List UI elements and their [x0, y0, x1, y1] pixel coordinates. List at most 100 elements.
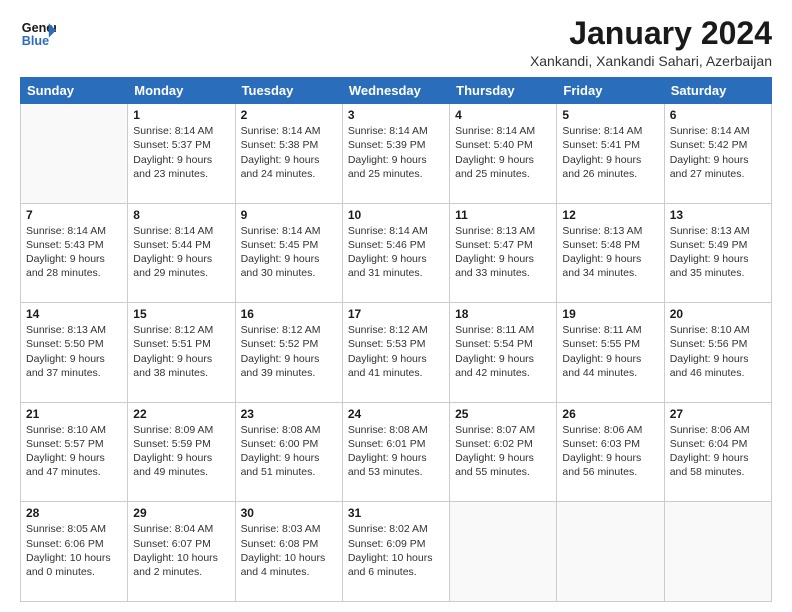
sunset-text: Sunset: 5:59 PM — [133, 437, 229, 451]
sunrise-text: Sunrise: 8:08 AM — [241, 423, 337, 437]
col-saturday: Saturday — [664, 78, 771, 104]
daylight-text: Daylight: 9 hours and 41 minutes. — [348, 352, 444, 380]
daylight-text: Daylight: 9 hours and 26 minutes. — [562, 153, 658, 181]
sunset-text: Sunset: 5:46 PM — [348, 238, 444, 252]
col-sunday: Sunday — [21, 78, 128, 104]
calendar-header-row: Sunday Monday Tuesday Wednesday Thursday… — [21, 78, 772, 104]
col-monday: Monday — [128, 78, 235, 104]
sunset-text: Sunset: 5:48 PM — [562, 238, 658, 252]
sunset-text: Sunset: 6:03 PM — [562, 437, 658, 451]
sunset-text: Sunset: 5:53 PM — [348, 337, 444, 351]
daylight-text: Daylight: 9 hours and 53 minutes. — [348, 451, 444, 479]
table-row: 5 Sunrise: 8:14 AM Sunset: 5:41 PM Dayli… — [557, 104, 664, 204]
sunset-text: Sunset: 5:49 PM — [670, 238, 766, 252]
logo-icon: General Blue — [20, 16, 56, 52]
logo: General Blue — [20, 16, 56, 52]
sunrise-text: Sunrise: 8:11 AM — [455, 323, 551, 337]
sunrise-text: Sunrise: 8:07 AM — [455, 423, 551, 437]
main-title: January 2024 — [530, 16, 772, 51]
day-number: 12 — [562, 208, 658, 222]
sunrise-text: Sunrise: 8:02 AM — [348, 522, 444, 536]
table-row: 12 Sunrise: 8:13 AM Sunset: 5:48 PM Dayl… — [557, 203, 664, 303]
daylight-text: Daylight: 9 hours and 23 minutes. — [133, 153, 229, 181]
sunrise-text: Sunrise: 8:13 AM — [26, 323, 122, 337]
sunrise-text: Sunrise: 8:04 AM — [133, 522, 229, 536]
sunrise-text: Sunrise: 8:13 AM — [455, 224, 551, 238]
daylight-text: Daylight: 9 hours and 33 minutes. — [455, 252, 551, 280]
daylight-text: Daylight: 9 hours and 47 minutes. — [26, 451, 122, 479]
table-row: 31 Sunrise: 8:02 AM Sunset: 6:09 PM Dayl… — [342, 502, 449, 602]
table-row: 11 Sunrise: 8:13 AM Sunset: 5:47 PM Dayl… — [450, 203, 557, 303]
sunset-text: Sunset: 6:06 PM — [26, 537, 122, 551]
table-row: 7 Sunrise: 8:14 AM Sunset: 5:43 PM Dayli… — [21, 203, 128, 303]
calendar-table: Sunday Monday Tuesday Wednesday Thursday… — [20, 77, 772, 602]
sunset-text: Sunset: 6:09 PM — [348, 537, 444, 551]
daylight-text: Daylight: 9 hours and 39 minutes. — [241, 352, 337, 380]
sunrise-text: Sunrise: 8:06 AM — [562, 423, 658, 437]
day-number: 21 — [26, 407, 122, 421]
daylight-text: Daylight: 9 hours and 25 minutes. — [348, 153, 444, 181]
sunset-text: Sunset: 5:37 PM — [133, 138, 229, 152]
day-number: 4 — [455, 108, 551, 122]
sunrise-text: Sunrise: 8:14 AM — [241, 124, 337, 138]
table-row: 14 Sunrise: 8:13 AM Sunset: 5:50 PM Dayl… — [21, 303, 128, 403]
daylight-text: Daylight: 9 hours and 55 minutes. — [455, 451, 551, 479]
day-number: 2 — [241, 108, 337, 122]
calendar-week-row: 14 Sunrise: 8:13 AM Sunset: 5:50 PM Dayl… — [21, 303, 772, 403]
daylight-text: Daylight: 9 hours and 42 minutes. — [455, 352, 551, 380]
sunrise-text: Sunrise: 8:10 AM — [26, 423, 122, 437]
day-number: 30 — [241, 506, 337, 520]
table-row: 13 Sunrise: 8:13 AM Sunset: 5:49 PM Dayl… — [664, 203, 771, 303]
calendar-week-row: 21 Sunrise: 8:10 AM Sunset: 5:57 PM Dayl… — [21, 402, 772, 502]
day-number: 24 — [348, 407, 444, 421]
table-row — [450, 502, 557, 602]
daylight-text: Daylight: 9 hours and 58 minutes. — [670, 451, 766, 479]
sunset-text: Sunset: 5:45 PM — [241, 238, 337, 252]
sunset-text: Sunset: 5:47 PM — [455, 238, 551, 252]
day-number: 19 — [562, 307, 658, 321]
col-tuesday: Tuesday — [235, 78, 342, 104]
daylight-text: Daylight: 10 hours and 2 minutes. — [133, 551, 229, 579]
sunset-text: Sunset: 5:52 PM — [241, 337, 337, 351]
sunrise-text: Sunrise: 8:12 AM — [348, 323, 444, 337]
sunrise-text: Sunrise: 8:06 AM — [670, 423, 766, 437]
daylight-text: Daylight: 9 hours and 35 minutes. — [670, 252, 766, 280]
sunset-text: Sunset: 5:54 PM — [455, 337, 551, 351]
table-row: 6 Sunrise: 8:14 AM Sunset: 5:42 PM Dayli… — [664, 104, 771, 204]
table-row: 30 Sunrise: 8:03 AM Sunset: 6:08 PM Dayl… — [235, 502, 342, 602]
sunset-text: Sunset: 5:51 PM — [133, 337, 229, 351]
day-number: 10 — [348, 208, 444, 222]
day-number: 28 — [26, 506, 122, 520]
sunset-text: Sunset: 6:07 PM — [133, 537, 229, 551]
day-number: 1 — [133, 108, 229, 122]
daylight-text: Daylight: 9 hours and 37 minutes. — [26, 352, 122, 380]
day-number: 8 — [133, 208, 229, 222]
daylight-text: Daylight: 9 hours and 56 minutes. — [562, 451, 658, 479]
sunrise-text: Sunrise: 8:10 AM — [670, 323, 766, 337]
daylight-text: Daylight: 9 hours and 44 minutes. — [562, 352, 658, 380]
svg-text:Blue: Blue — [22, 34, 49, 48]
sunrise-text: Sunrise: 8:14 AM — [348, 224, 444, 238]
sunrise-text: Sunrise: 8:14 AM — [133, 124, 229, 138]
sunset-text: Sunset: 5:40 PM — [455, 138, 551, 152]
sunrise-text: Sunrise: 8:14 AM — [455, 124, 551, 138]
calendar-week-row: 28 Sunrise: 8:05 AM Sunset: 6:06 PM Dayl… — [21, 502, 772, 602]
daylight-text: Daylight: 9 hours and 28 minutes. — [26, 252, 122, 280]
daylight-text: Daylight: 9 hours and 25 minutes. — [455, 153, 551, 181]
sunset-text: Sunset: 5:43 PM — [26, 238, 122, 252]
day-number: 22 — [133, 407, 229, 421]
day-number: 7 — [26, 208, 122, 222]
sunrise-text: Sunrise: 8:14 AM — [670, 124, 766, 138]
day-number: 26 — [562, 407, 658, 421]
daylight-text: Daylight: 9 hours and 49 minutes. — [133, 451, 229, 479]
sunrise-text: Sunrise: 8:13 AM — [562, 224, 658, 238]
subtitle: Xankandi, Xankandi Sahari, Azerbaijan — [530, 53, 772, 69]
day-number: 25 — [455, 407, 551, 421]
daylight-text: Daylight: 9 hours and 30 minutes. — [241, 252, 337, 280]
sunrise-text: Sunrise: 8:14 AM — [562, 124, 658, 138]
title-section: January 2024 Xankandi, Xankandi Sahari, … — [530, 16, 772, 69]
sunset-text: Sunset: 5:41 PM — [562, 138, 658, 152]
sunrise-text: Sunrise: 8:08 AM — [348, 423, 444, 437]
sunrise-text: Sunrise: 8:14 AM — [348, 124, 444, 138]
day-number: 20 — [670, 307, 766, 321]
